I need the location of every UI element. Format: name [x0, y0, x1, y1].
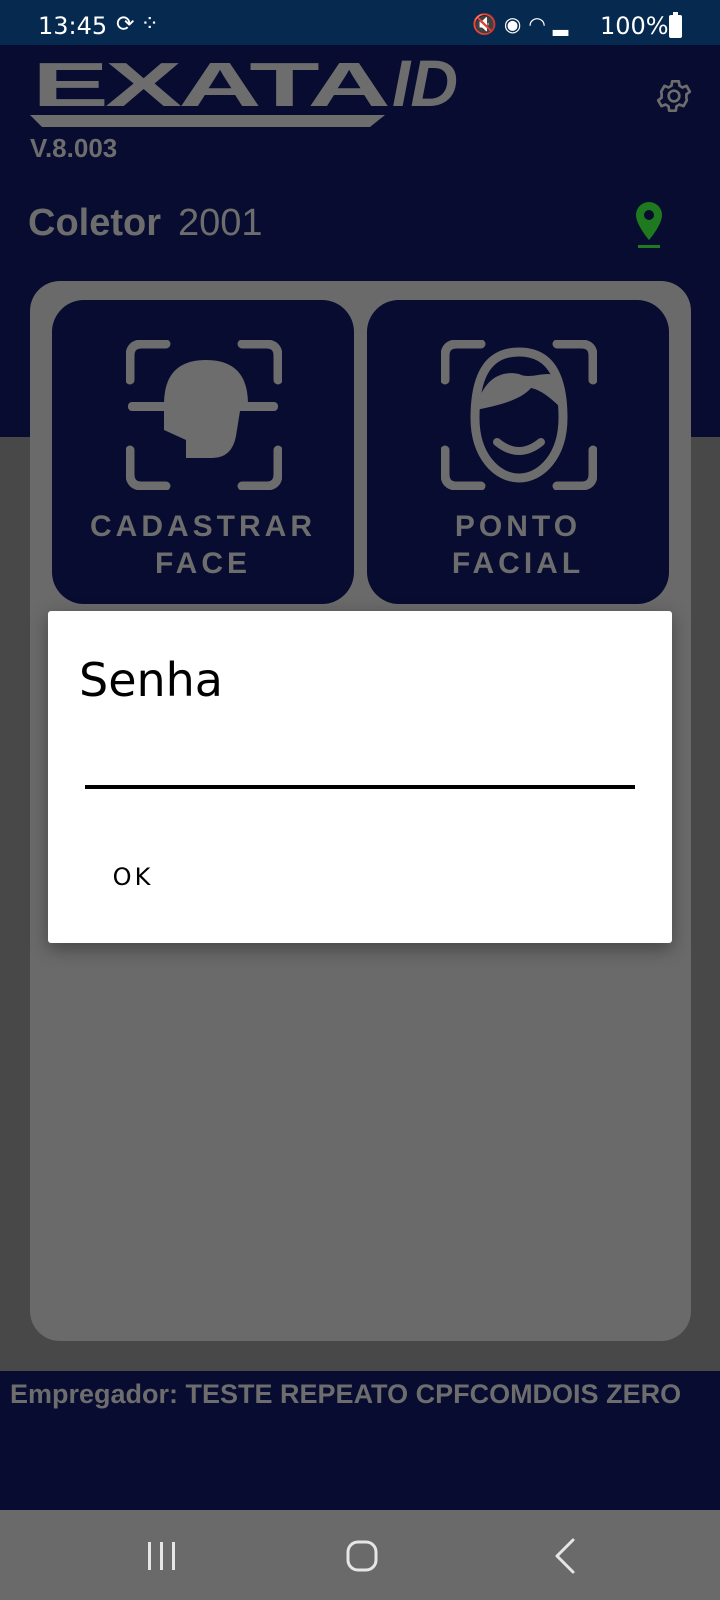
coletor-label: Coletor: [28, 202, 161, 244]
app-version: V.8.003: [30, 133, 118, 163]
cadastrar-face-button[interactable]: CADASTRAR FACE: [52, 300, 354, 604]
status-left-icons: ⟳⁘: [116, 12, 165, 37]
ponto-facial-label: PONTO FACIAL: [451, 510, 585, 580]
exataid-logo: EXATA ID: [30, 52, 458, 127]
battery-percent: 100%: [600, 12, 669, 40]
wifi-icon: ◠: [528, 12, 553, 36]
mute-icon: 🔇: [472, 12, 504, 36]
gear-icon[interactable]: [654, 76, 694, 116]
status-time: 13:45: [38, 12, 108, 40]
cadastrar-face-label: CADASTRAR FACE: [90, 510, 316, 580]
face-scan-icon: [441, 340, 597, 490]
battery-icon: [669, 12, 682, 38]
svg-text:ID: ID: [392, 52, 458, 120]
recent-apps-icon[interactable]: [132, 1537, 192, 1577]
status-right-icons: 🔇◉◠▂: [472, 12, 575, 36]
coletor-value: 2001: [178, 202, 263, 244]
signal-icon: ▂: [552, 12, 576, 36]
home-icon[interactable]: [332, 1537, 392, 1577]
dialog-title: Senha: [79, 653, 223, 707]
password-input[interactable]: [85, 741, 635, 789]
sync-icon: ⟳: [116, 12, 141, 37]
empregador-text: Empregador: TESTE REPEATO CPFCOMDOIS ZER…: [10, 1379, 682, 1409]
app-grid-icon: ⁘: [140, 12, 165, 37]
ponto-facial-button[interactable]: PONTO FACIAL: [367, 300, 669, 604]
ok-button[interactable]: OK: [88, 851, 178, 903]
navigation-bar: [0, 1510, 720, 1600]
face-register-icon: [126, 340, 282, 490]
password-dialog: Senha OK: [48, 611, 672, 943]
location-pin-icon: [636, 202, 662, 248]
location-icon: ◉: [503, 12, 529, 36]
svg-text:EXATA: EXATA: [32, 52, 389, 120]
back-icon[interactable]: [535, 1537, 595, 1577]
status-bar: 13:45 ⟳⁘ 🔇◉◠▂ 100%: [0, 0, 720, 45]
